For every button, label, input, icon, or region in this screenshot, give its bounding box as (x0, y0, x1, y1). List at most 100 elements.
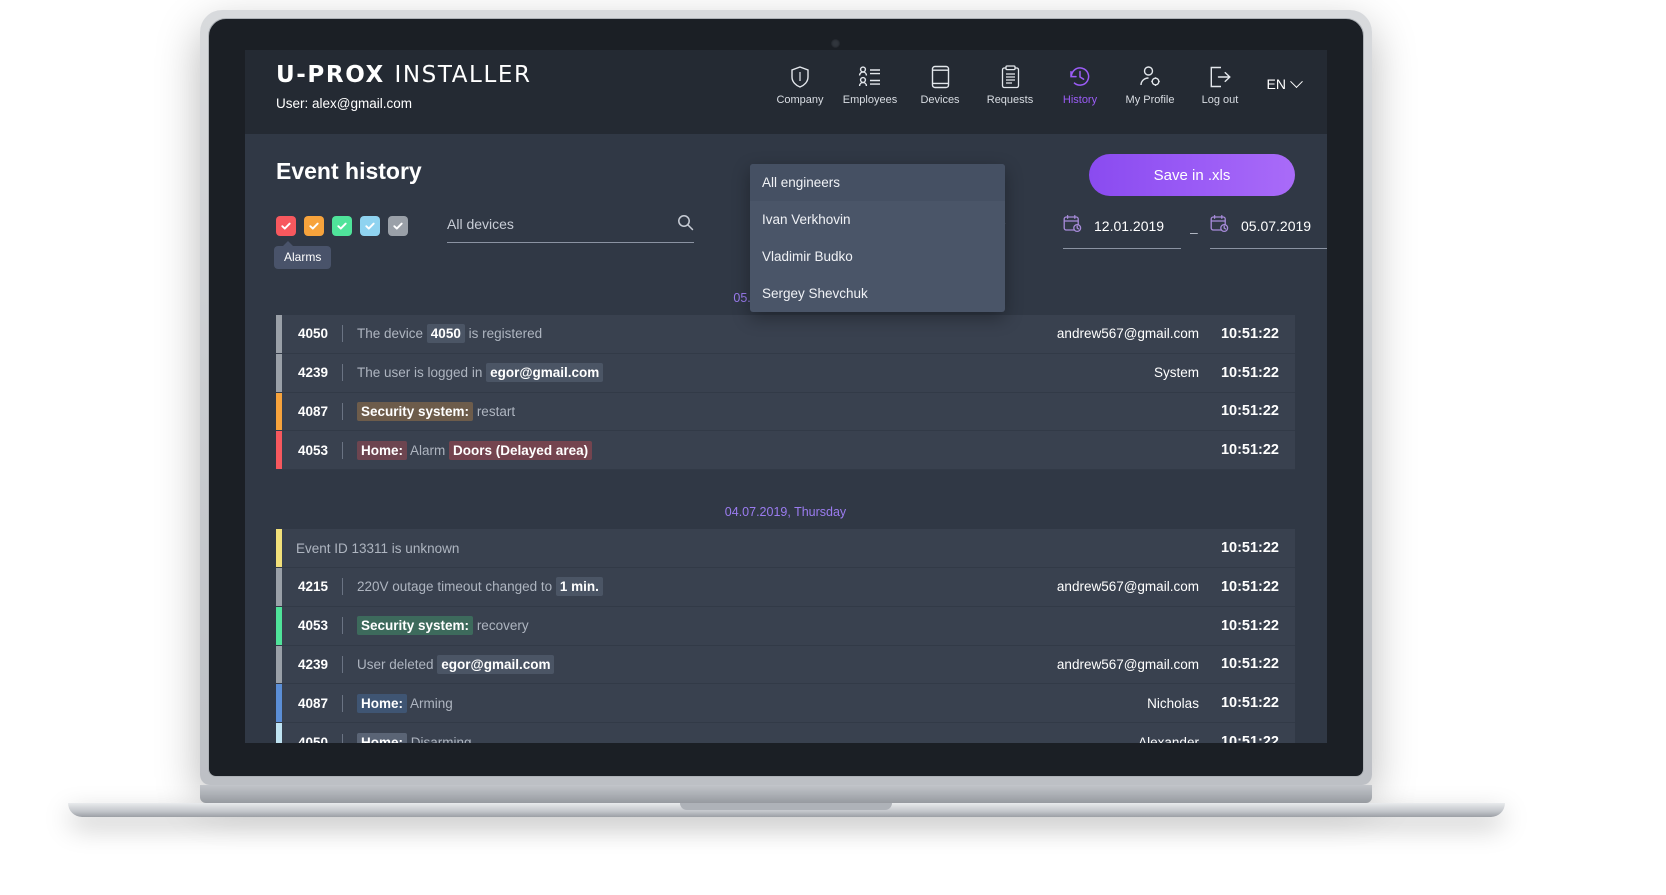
nav-item-devices[interactable]: Devices (905, 63, 975, 106)
nav-item-employees[interactable]: Employees (835, 63, 905, 106)
event-actor: andrew567@gmail.com (1056, 579, 1199, 595)
nav-label: Company (776, 94, 824, 106)
table-row[interactable]: 4087 Security system: restart 10:51:22 (276, 392, 1295, 432)
nav-label: History (1062, 94, 1098, 106)
device-search-field[interactable]: All devices (447, 214, 694, 243)
nav-label: Requests (986, 94, 1034, 106)
severity-bar (276, 684, 282, 723)
severity-checkbox-alarms[interactable] (276, 216, 296, 236)
event-id: 4215 (297, 579, 328, 595)
chevron-down-icon (1290, 74, 1303, 88)
event-message: Home: Disarming (343, 732, 1138, 743)
event-time: 10:51:22 (1220, 325, 1279, 342)
nav-item-requests[interactable]: Requests (975, 63, 1045, 106)
message-text: Alarm (407, 442, 450, 458)
event-actor: Nicholas (1147, 695, 1199, 711)
event-id: 4050 (297, 734, 328, 743)
table-row[interactable]: 4239 User deleted egor@gmail.com andrew567… (276, 645, 1295, 685)
severity-checkbox-warnings[interactable] (304, 216, 324, 236)
dropdown-option[interactable]: All engineers (750, 164, 1005, 201)
brand-logo: U-PROX INSTALLER (276, 62, 532, 88)
laptop-foot-notch (680, 803, 892, 810)
severity-bar (276, 353, 282, 392)
event-time: 10:51:22 (1220, 695, 1279, 712)
message-text: 220V outage timeout changed to (357, 579, 556, 595)
event-message: Security system: recovery (343, 616, 1199, 636)
message-highlight: 4050 (426, 324, 465, 344)
event-message: 220V outage timeout changed to 1 min. (343, 577, 1057, 597)
event-time: 10:51:22 (1220, 403, 1279, 420)
severity-bar (276, 315, 282, 353)
date-from-field[interactable]: 12.01.2019 (1063, 214, 1181, 249)
engineer-dropdown-menu[interactable]: All engineers Ivan Verkhovin Vladimir Budk… (750, 164, 1005, 312)
table-row[interactable]: 4053 Home: Alarm Doors (Delayed area) 10:5… (276, 431, 1295, 471)
event-id: 4239 (297, 656, 328, 672)
message-highlight: Security system: (357, 616, 474, 636)
logout-icon (1208, 63, 1232, 89)
severity-checkbox-restores[interactable] (332, 216, 352, 236)
alarms-tooltip: Alarms (274, 241, 332, 269)
dropdown-option[interactable]: Sergey Shevchuk (750, 275, 1005, 312)
laptop-base (200, 785, 1372, 803)
dropdown-option[interactable]: Vladimir Budko (750, 238, 1005, 275)
check-icon (365, 222, 375, 230)
calendar-icon (1063, 214, 1082, 238)
severity-checkbox-info[interactable] (360, 216, 380, 236)
current-user-label: User: alex@gmail.com (276, 96, 412, 111)
shield-icon (789, 63, 811, 89)
device-search-value: All devices (447, 216, 514, 232)
language-value: EN (1266, 76, 1286, 92)
event-message: The device 4050 is registered (343, 324, 1057, 344)
message-text: Event ID 13311 is unknown (296, 540, 460, 556)
day-separator: 04.07.2019, Thursday (724, 505, 847, 520)
event-history-table: 05.07.2019, Friday4050The device 4050 is… (276, 282, 1295, 743)
nav-item-history[interactable]: History (1045, 63, 1115, 106)
nav-item-log-out[interactable]: Log out (1185, 63, 1255, 106)
severity-bar (276, 392, 282, 431)
event-time: 10:51:22 (1220, 540, 1279, 557)
tablet-icon (931, 63, 950, 89)
employees-icon (857, 63, 883, 89)
nav-item-company[interactable]: Company (765, 63, 835, 106)
date-range-separator: – (1190, 224, 1198, 240)
date-from-value: 12.01.2019 (1094, 218, 1165, 234)
table-row[interactable]: 4087 Home: Arming Nicholas 10:51:22 (276, 684, 1295, 724)
search-icon[interactable] (677, 214, 694, 236)
severity-bar (276, 723, 282, 743)
event-time: 10:51:22 (1220, 578, 1279, 595)
date-to-field[interactable]: 05.07.2019 (1210, 214, 1327, 249)
table-row[interactable]: Event ID 13311 is unknown 10:51:22 (276, 529, 1295, 568)
message-highlight: Home: (357, 693, 408, 713)
dropdown-option[interactable]: Ivan Verkhovin (750, 201, 1005, 238)
table-row[interactable]: 4050 Home: Disarming Alexander 10:51:22 (276, 723, 1295, 743)
event-actor: System (1153, 365, 1199, 381)
check-icon (281, 222, 291, 230)
calendar-icon (1210, 214, 1229, 238)
app-screen: U-PROX INSTALLER User: alex@gmail.com Co… (245, 50, 1327, 743)
event-actor: andrew567@gmail.com (1056, 656, 1199, 672)
message-highlight: Home: (357, 732, 408, 743)
nav-label: Devices (920, 94, 960, 106)
table-row[interactable]: 4053 Security system: recovery 10:51:22 (276, 606, 1295, 646)
table-row[interactable]: 4239 The user is logged in egor@gmail.com… (276, 353, 1295, 393)
event-message: The user is logged in egor@gmail.com (343, 363, 1154, 383)
event-message: Security system: restart (343, 401, 1199, 421)
date-to-value: 05.07.2019 (1241, 218, 1312, 234)
message-highlight: Doors (Delayed area) (449, 440, 593, 460)
save-xls-button[interactable]: Save in .xls (1089, 154, 1295, 196)
check-icon (309, 222, 319, 230)
message-text: The device (357, 326, 427, 342)
language-selector[interactable]: EN (1266, 74, 1303, 92)
screenshot-stage: U-PROX INSTALLER User: alex@gmail.com Co… (0, 0, 1666, 895)
message-text: User deleted (357, 656, 438, 672)
severity-filter-group (276, 216, 408, 236)
table-row[interactable]: 4215 220V outage timeout changed to 1 min… (276, 567, 1295, 607)
message-text: Arming (407, 695, 453, 711)
app-topbar: U-PROX INSTALLER User: alex@gmail.com Co… (245, 50, 1327, 134)
severity-bar (276, 529, 282, 567)
table-row[interactable]: 4050 The device 4050 is registered andrew5… (276, 315, 1295, 354)
nav-item-my-profile[interactable]: My Profile (1115, 63, 1185, 106)
event-actor: andrew567@gmail.com (1056, 326, 1199, 342)
severity-checkbox-system[interactable] (388, 216, 408, 236)
event-time: 10:51:22 (1220, 734, 1279, 743)
